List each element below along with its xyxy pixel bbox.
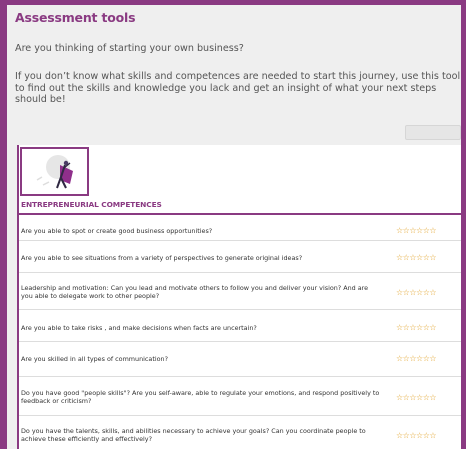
section-heading: ENTREPRENEURIAL COMPETENCES	[21, 200, 162, 209]
question-row: Are you able to spot or create good busi…	[19, 222, 461, 241]
question-text: Do you have good "people skills"? Are yo…	[21, 389, 380, 405]
star-rating[interactable]: ☆☆☆☆☆☆	[396, 354, 437, 363]
window-right-border	[461, 0, 466, 449]
description-text: If you don’t know what skills and compet…	[15, 71, 461, 105]
section-divider	[19, 213, 461, 215]
question-text: Are you able to take risks , and make de…	[21, 324, 257, 332]
question-text: Do you have the talents, skills, and abi…	[21, 427, 366, 443]
question-text: Are you able to spot or create good busi…	[21, 227, 213, 235]
window-left-border	[0, 0, 7, 449]
star-rating[interactable]: ☆☆☆☆☆☆	[396, 393, 437, 402]
question-row: Are you able to see situations from a va…	[19, 242, 461, 273]
action-button[interactable]	[405, 125, 461, 140]
question-text: Are you able to see situations from a va…	[21, 254, 303, 262]
star-rating[interactable]: ☆☆☆☆☆☆	[396, 226, 437, 235]
star-rating[interactable]: ☆☆☆☆☆☆	[396, 288, 437, 297]
star-rating[interactable]: ☆☆☆☆☆☆	[396, 431, 437, 440]
intro-text: Are you thinking of starting your own bu…	[15, 43, 244, 54]
entrepreneur-illustration-icon	[36, 155, 73, 189]
question-row: Do you have good "people skills"? Are yo…	[19, 378, 461, 416]
star-rating[interactable]: ☆☆☆☆☆☆	[396, 323, 437, 332]
logo-image	[20, 147, 89, 196]
question-text: Are you skilled in all types of communic…	[21, 355, 168, 363]
question-row: Do you have the talents, skills, and abi…	[19, 417, 461, 449]
question-row: Are you skilled in all types of communic…	[19, 343, 461, 377]
question-row: Leadership and motivation: Can you lead …	[19, 274, 461, 310]
assessment-panel: ENTREPRENEURIAL COMPETENCES Are you able…	[17, 145, 461, 449]
star-rating[interactable]: ☆☆☆☆☆☆	[396, 253, 437, 262]
page-title: Assessment tools	[15, 10, 136, 25]
window-top-border	[0, 0, 466, 5]
question-row: Are you able to take risks , and make de…	[19, 311, 461, 342]
question-text: Leadership and motivation: Can you lead …	[21, 284, 369, 300]
